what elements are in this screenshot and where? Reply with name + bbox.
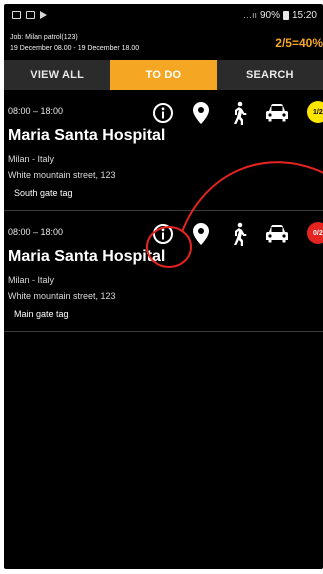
- checkpoint-address: White mountain street, 123: [8, 291, 116, 301]
- tab-view-all[interactable]: VIEW ALL: [4, 60, 110, 90]
- info-icon[interactable]: [150, 100, 176, 126]
- checkpoint-card[interactable]: 08:00 – 18:00 1/2 Maria Santa Hospital M…: [4, 90, 323, 211]
- map-pin-icon[interactable]: [188, 100, 214, 126]
- walking-person-icon[interactable]: [226, 100, 252, 126]
- gallery-icon: [12, 11, 21, 19]
- job-name: Job: Milan patrol(123): [10, 34, 78, 41]
- map-pin-icon[interactable]: [188, 221, 214, 247]
- info-icon[interactable]: [150, 221, 176, 247]
- clock: 15:20: [291, 9, 317, 21]
- checkpoint-time: 08:00 – 18:00: [8, 227, 64, 237]
- job-header: Job: Milan patrol(123) 19 December 08.00…: [4, 26, 323, 60]
- tab-bar: VIEW ALL TO DO SEARCH: [4, 60, 323, 90]
- play-store-icon: [40, 11, 47, 19]
- checkpoint-location: Milan - Italy: [8, 275, 55, 285]
- tab-to-do[interactable]: TO DO: [110, 60, 217, 90]
- photo-icon: [26, 11, 35, 19]
- checkpoint-tag: Main gate tag: [14, 309, 69, 319]
- battery-percent: 90%: [259, 9, 280, 21]
- job-date-range: 19 December 08.00 - 19 December 18.00: [10, 45, 140, 52]
- phone-screen: …ıı 90% 15:20 Job: Milan patrol(123) 19 …: [4, 4, 323, 569]
- status-bar: …ıı 90% 15:20: [4, 4, 323, 26]
- car-icon[interactable]: [264, 100, 290, 126]
- checkpoint-location: Milan - Italy: [8, 154, 55, 164]
- checkpoint-title: Maria Santa Hospital: [8, 248, 166, 265]
- walking-person-icon[interactable]: [226, 221, 252, 247]
- job-progress: 2/5=40%: [275, 36, 323, 50]
- car-icon[interactable]: [264, 221, 290, 247]
- status-badge: 0/2: [307, 222, 323, 244]
- checkpoint-title: Maria Santa Hospital: [8, 127, 166, 144]
- battery-icon: [282, 10, 289, 20]
- card-actions: [150, 221, 302, 247]
- checkpoint-tag: South gate tag: [14, 188, 73, 198]
- signal-icon: …ıı: [242, 10, 257, 20]
- checkpoint-address: White mountain street, 123: [8, 170, 116, 180]
- checkpoint-time: 08:00 – 18:00: [8, 106, 64, 116]
- card-actions: [150, 100, 302, 126]
- tab-search[interactable]: SEARCH: [217, 60, 323, 90]
- checkpoint-card[interactable]: 08:00 – 18:00 0/2 Maria Santa Hospital M…: [4, 211, 323, 332]
- status-badge: 1/2: [307, 101, 323, 123]
